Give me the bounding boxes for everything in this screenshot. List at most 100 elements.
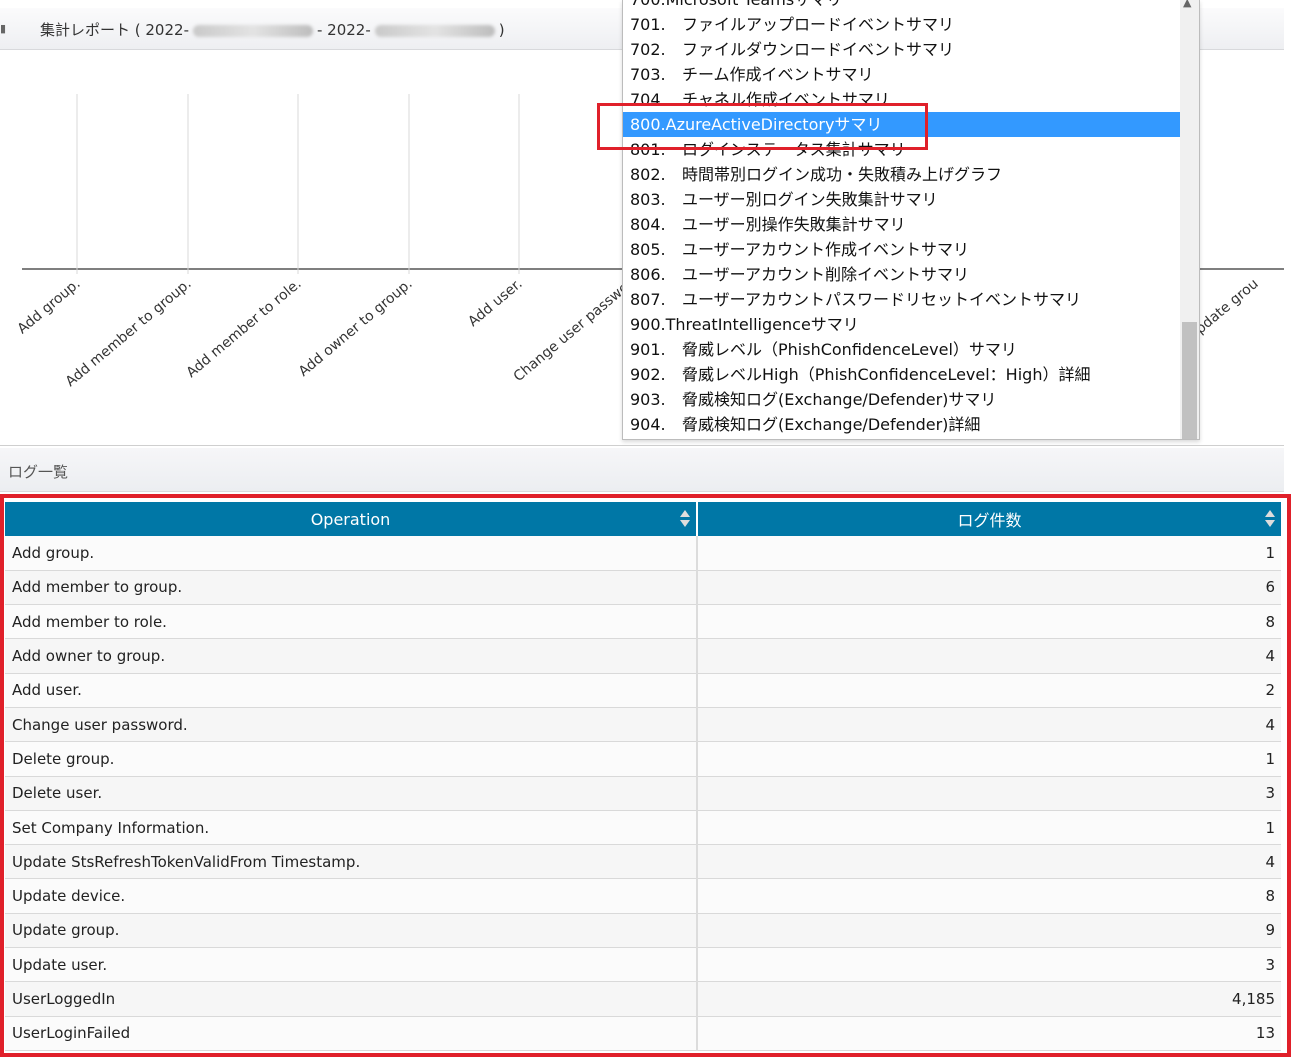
scrollbar-thumb[interactable] (1182, 322, 1197, 439)
column-header-operation[interactable]: Operation (5, 502, 698, 536)
count-cell: 4 (697, 844, 1281, 880)
option-number: 703. (630, 65, 666, 84)
option-label: チーム作成イベントサマリ (682, 65, 874, 84)
dropdown-option[interactable]: 805. ユーザーアカウント作成イベントサマリ (623, 237, 1180, 262)
option-label: 脅威レベルHigh（PhishConfidenceLevel：High）詳細 (682, 365, 1091, 384)
dropdown-option[interactable]: 803. ユーザー別ログイン失敗集計サマリ (623, 187, 1180, 212)
table-row: Update StsRefreshTokenValidFrom Timestam… (5, 844, 1281, 880)
count-cell: 2 (697, 673, 1281, 708)
count-cell: 8 (697, 878, 1281, 914)
option-label: ファイルダウンロードイベントサマリ (682, 40, 955, 59)
dropdown-scrollbar[interactable]: ▲ (1180, 0, 1199, 439)
chart-icon: ▮ (0, 22, 7, 35)
option-label: 脅威レベル（PhishConfidenceLevel）サマリ (682, 340, 1017, 359)
option-number: 702. (630, 40, 666, 59)
option-number: 901. (630, 340, 666, 359)
operation-cell: UserLoggedIn (5, 981, 698, 1017)
dropdown-option[interactable]: 701. ファイルアップロードイベントサマリ (623, 12, 1180, 37)
table-row: UserLoginFailed 13 (5, 1016, 1281, 1051)
x-tick-label: Change user passwor (511, 276, 637, 385)
option-number: 807. (630, 290, 666, 309)
report-page: ▮ 集計レポート ( 2022- - 2022-) Add group. Add m… (0, 0, 1291, 1062)
dropdown-option[interactable]: 901. 脅威レベル（PhishConfidenceLevel）サマリ (623, 337, 1180, 362)
x-tick-label: Add user. (465, 276, 525, 330)
count-cell: 6 (697, 570, 1281, 606)
count-cell: 4 (697, 707, 1281, 743)
table-row: Delete group. 1 (5, 741, 1281, 777)
count-cell: 3 (697, 776, 1281, 811)
operation-cell: Add member to role. (5, 604, 698, 640)
option-label: ThreatIntelligenceサマリ (665, 315, 859, 334)
table-row: Update device. 8 (5, 878, 1281, 914)
report-title-middle: - 2022- (316, 21, 371, 39)
table-row: Update user. 3 (5, 947, 1281, 983)
operation-cell: Add user. (5, 673, 698, 708)
option-number: 700. (630, 0, 666, 9)
option-label: ユーザー別操作失敗集計サマリ (682, 215, 906, 234)
option-label: ファイルアップロードイベントサマリ (682, 15, 955, 34)
option-number: 904. (630, 415, 666, 434)
selection-highlight-box (597, 103, 928, 150)
operation-cell: Update group. (5, 913, 698, 949)
dropdown-option[interactable]: 903. 脅威検知ログ(Exchange/Defender)サマリ (623, 387, 1180, 412)
table-row: Add group. 1 (5, 536, 1281, 571)
option-number: 806. (630, 265, 666, 284)
operation-cell: UserLoginFailed (5, 1016, 698, 1051)
dropdown-option[interactable]: 900.ThreatIntelligenceサマリ (623, 312, 1180, 337)
dropdown-option[interactable]: 802. 時間帯別ログイン成功・失敗積み上げグラフ (623, 162, 1180, 187)
count-cell: 4 (697, 638, 1281, 674)
dropdown-option[interactable]: 702. ファイルダウンロードイベントサマリ (623, 37, 1180, 62)
sort-icon[interactable] (680, 510, 690, 528)
report-select-dropdown[interactable]: 904. 脅威検知ログ(Exchange/Defender)詳細 903. 脅威検知ロ… (622, 0, 1200, 440)
option-number: 900. (630, 315, 666, 334)
count-cell: 9 (697, 913, 1281, 949)
dropdown-option[interactable]: 703. チーム作成イベントサマリ (623, 62, 1180, 87)
option-label: ユーザーアカウント作成イベントサマリ (682, 240, 970, 259)
report-title-end: ) (498, 21, 505, 39)
sort-icon[interactable] (1265, 510, 1275, 528)
column-header-count[interactable]: ログ件数 (697, 502, 1281, 536)
count-cell: 3 (697, 947, 1281, 983)
dropdown-option[interactable]: 804. ユーザー別操作失敗集計サマリ (623, 212, 1180, 237)
report-title-prefix: 集計レポート ( 2022- (40, 21, 189, 39)
redacted-date (374, 24, 495, 37)
table-header-row: Operation ログ件数 (5, 502, 1281, 536)
x-tick-label: Add group. (15, 276, 84, 338)
count-cell: 8 (697, 604, 1281, 640)
option-label: ユーザー別ログイン失敗集計サマリ (682, 190, 938, 209)
table-row: Add member to group. 6 (5, 570, 1281, 606)
operation-cell: Set Company Information. (5, 810, 698, 846)
dropdown-option[interactable]: 700.Microsoft Teamsサマリ (623, 0, 1180, 12)
log-list-title: ログ一覧 (8, 463, 69, 481)
table-row: Add member to role. 8 (5, 604, 1281, 640)
x-tick-label: Add owner to group. (296, 276, 416, 380)
table-row: Set Company Information. 1 (5, 810, 1281, 846)
operation-cell: Add owner to group. (5, 638, 698, 674)
operation-cell: Update device. (5, 878, 698, 914)
option-number: 802. (630, 165, 666, 184)
option-number: 804. (630, 215, 666, 234)
operation-cell: Add group. (5, 536, 698, 571)
report-title: 集計レポート ( 2022- - 2022-) (40, 19, 505, 40)
redacted-date (192, 24, 313, 37)
option-label: 脅威検知ログ(Exchange/Defender)詳細 (682, 415, 981, 434)
log-table: Operation ログ件数 Add group. 1 Add member to … (5, 502, 1281, 1051)
option-number: 805. (630, 240, 666, 259)
operation-cell: Delete group. (5, 741, 698, 777)
x-tick-label: Add member to role. (183, 276, 304, 381)
dropdown-option[interactable]: 806. ユーザーアカウント削除イベントサマリ (623, 262, 1180, 287)
table-row: Add owner to group. 4 (5, 638, 1281, 674)
dropdown-option[interactable]: 902. 脅威レベルHigh（PhishConfidenceLevel：High）… (623, 362, 1180, 387)
option-number: 701. (630, 15, 666, 34)
count-cell: 1 (697, 741, 1281, 777)
option-label: ユーザーアカウントパスワードリセットイベントサマリ (682, 290, 1082, 309)
dropdown-option[interactable]: 807. ユーザーアカウントパスワードリセットイベントサマリ (623, 287, 1180, 312)
count-cell: 4,185 (697, 981, 1281, 1017)
dropdown-option[interactable]: 904. 脅威検知ログ(Exchange/Defender)詳細 (623, 412, 1180, 437)
operation-cell: Change user password. (5, 707, 698, 743)
count-cell: 1 (697, 810, 1281, 846)
option-label: Microsoft Teamsサマリ (666, 0, 843, 9)
option-label: 時間帯別ログイン成功・失敗積み上げグラフ (682, 165, 1003, 184)
scroll-up-arrow-icon[interactable]: ▲ (1183, 0, 1191, 9)
option-number: 803. (630, 190, 666, 209)
